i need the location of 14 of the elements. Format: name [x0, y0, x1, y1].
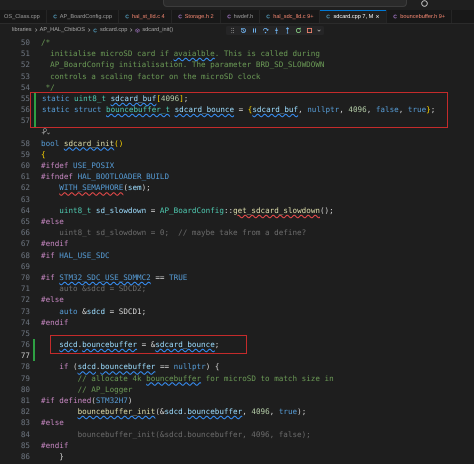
close-icon [375, 14, 380, 19]
step-over-icon[interactable] [262, 26, 269, 34]
chevron-icon [87, 27, 91, 33]
stop-icon[interactable] [306, 26, 313, 34]
c-file-icon [93, 28, 98, 32]
cube-icon [135, 28, 140, 32]
restart-icon[interactable] [295, 26, 302, 34]
step-into-icon[interactable] [273, 26, 280, 34]
chevron-icon [129, 27, 134, 33]
step-out-icon[interactable] [284, 26, 291, 34]
account-icon[interactable] [421, 0, 428, 7]
history-icon[interactable] [240, 26, 247, 34]
pause-icon[interactable] [251, 26, 258, 34]
chevron-icon [34, 27, 38, 33]
